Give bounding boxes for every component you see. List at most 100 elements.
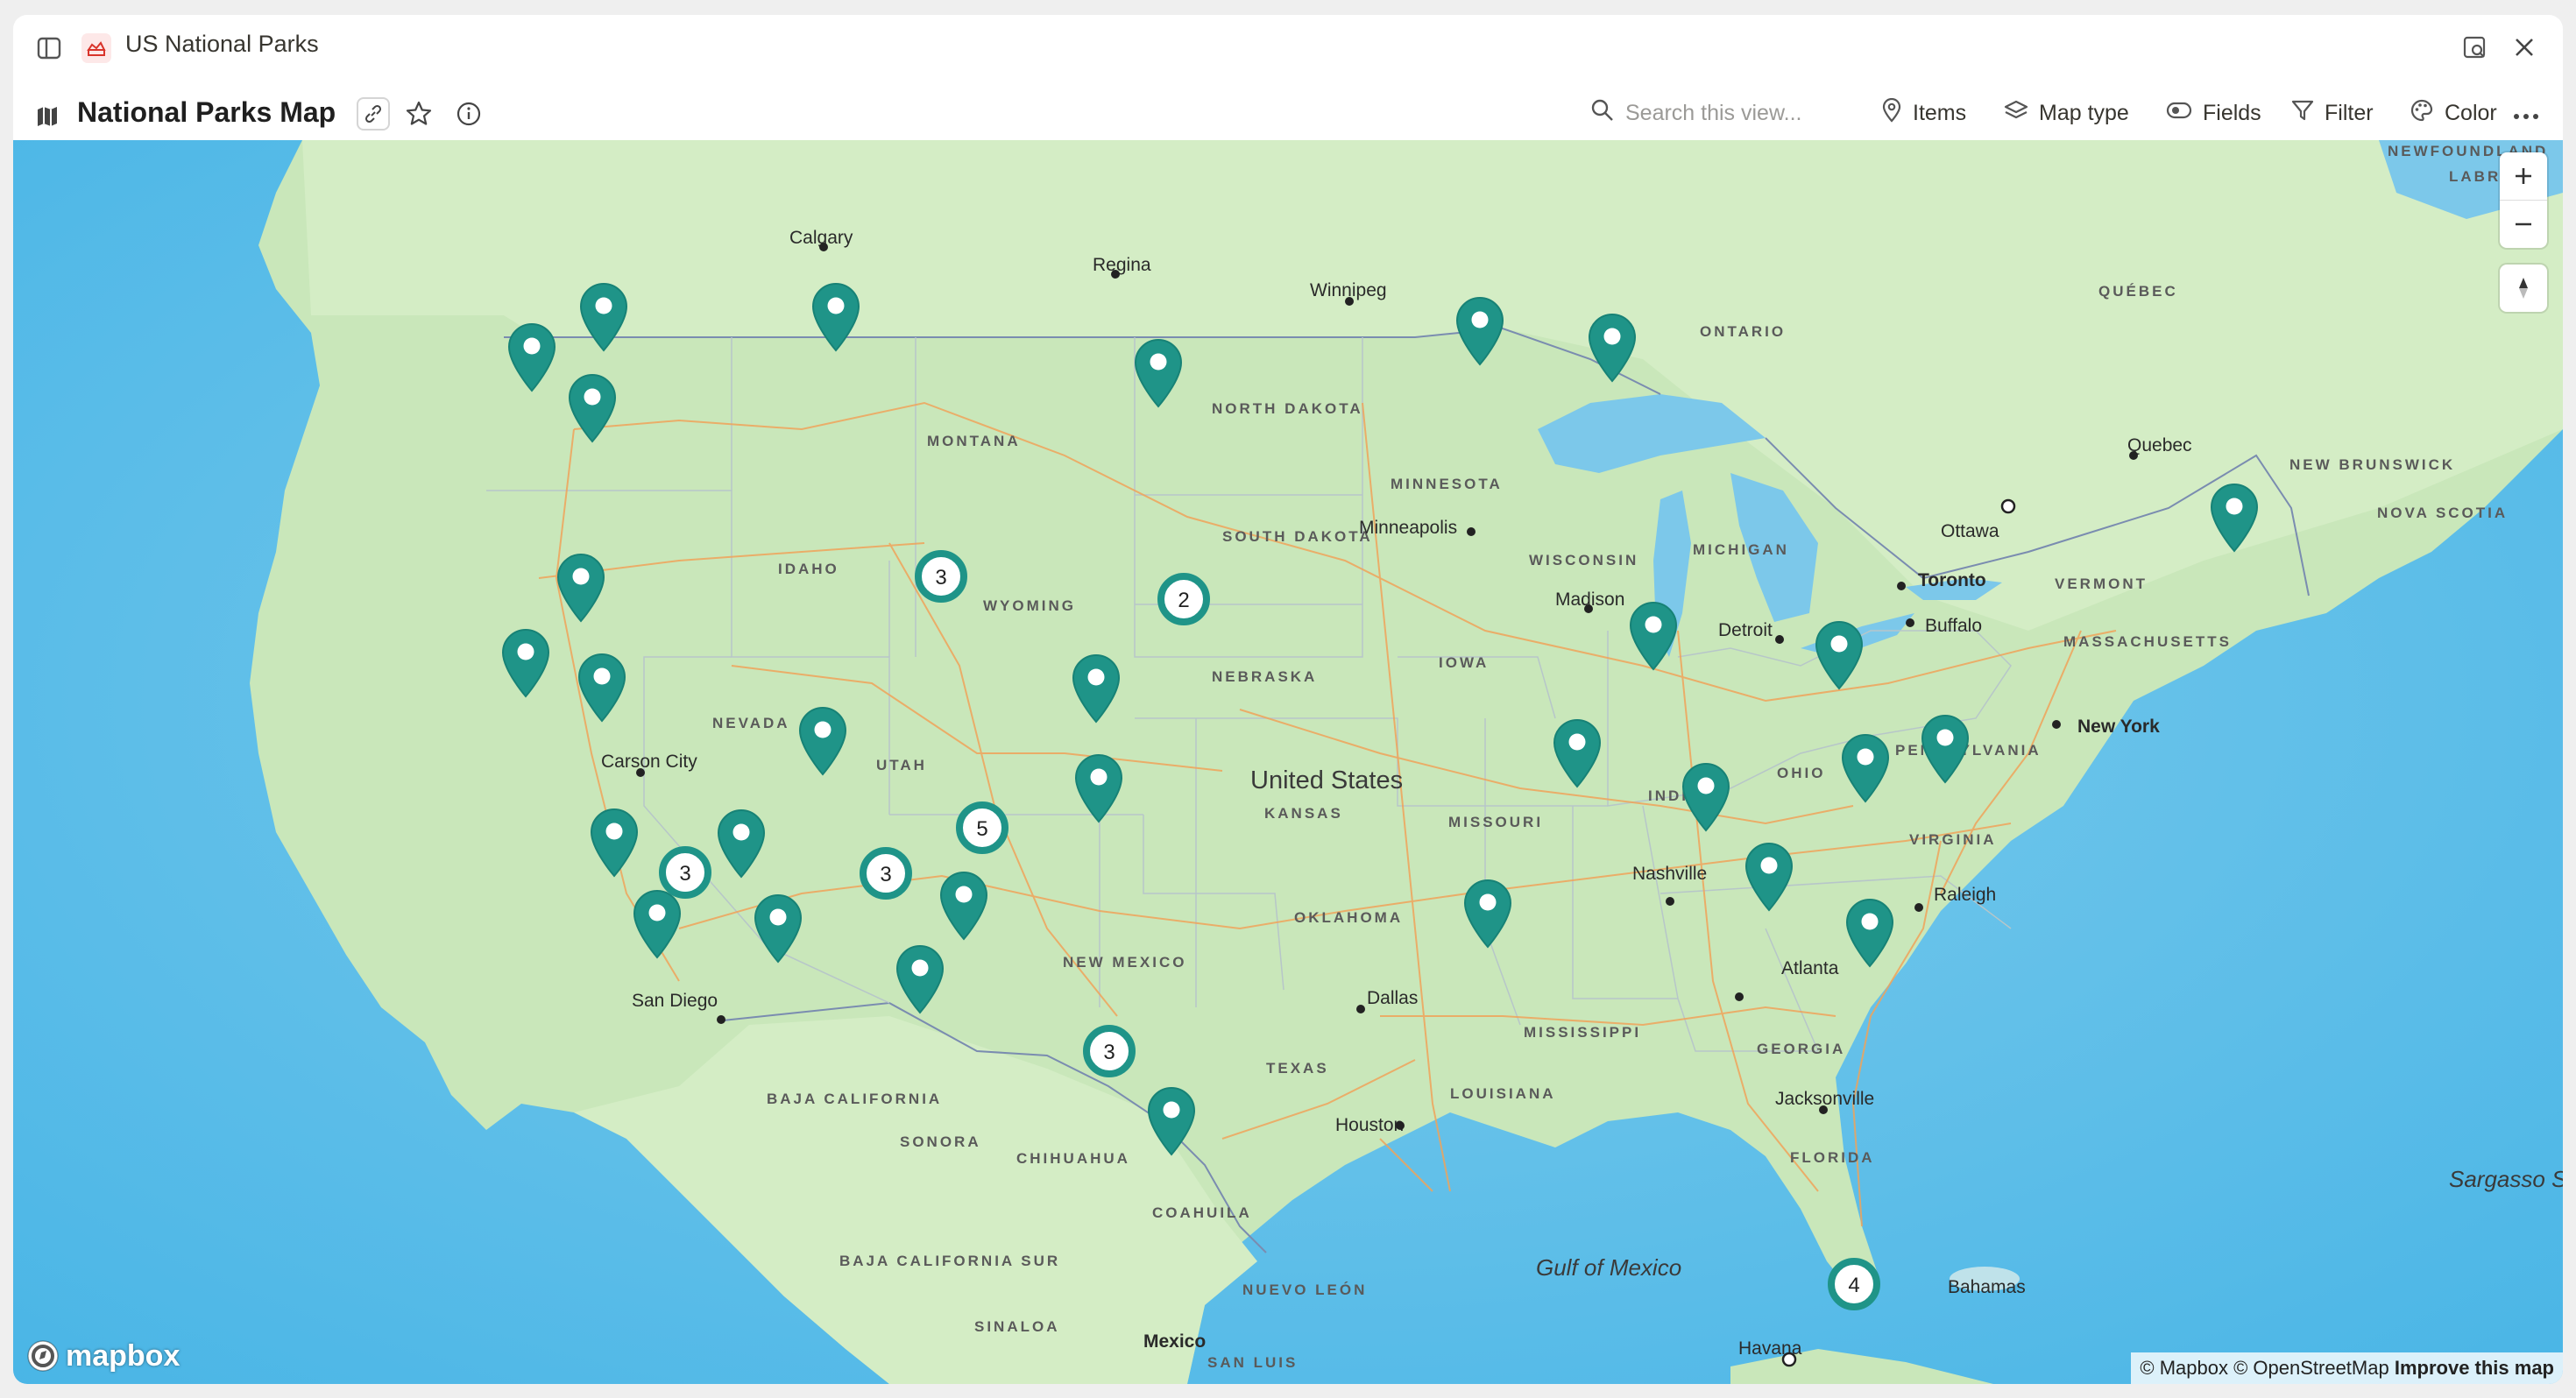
city-label: Quebec [2127, 435, 2192, 455]
state-label: KANSAS [1264, 805, 1343, 822]
city-label: Houston [1335, 1115, 1404, 1135]
state-label: TEXAS [1266, 1060, 1329, 1077]
cluster-count: 3 [935, 566, 946, 590]
state-label: SAN LUIS [1207, 1354, 1298, 1371]
cluster-marker[interactable]: 3 [659, 846, 711, 899]
state-label: NEW MEXICO [1063, 954, 1186, 971]
zoom-controls [2500, 152, 2547, 248]
state-label: CHIHUAHUA [1016, 1150, 1130, 1167]
state-label: COAHUILA [1152, 1204, 1252, 1221]
cluster-marker[interactable]: 3 [860, 847, 912, 900]
plus-icon [2516, 168, 2531, 184]
map-type-button[interactable]: Map type [2004, 95, 2129, 131]
fields-button[interactable]: Fields [2166, 95, 2261, 131]
city-label: Buffalo [1925, 616, 1982, 636]
cluster-marker[interactable]: 3 [915, 550, 967, 603]
country-label: United States [1250, 766, 1403, 794]
search-box[interactable]: Search this view... [1590, 95, 1801, 131]
mapbox-logo[interactable]: mapbox [25, 1338, 180, 1373]
state-label: ONTARIO [1700, 323, 1786, 340]
city-label: Detroit [1718, 620, 1773, 640]
map-canvas[interactable]: MONTANA NORTH DAKOTA SOUTH DAKOTA WYOMIN… [13, 140, 2563, 1384]
state-label: FLORIDA [1790, 1149, 1875, 1166]
water-label: Sargasso Sea [2449, 1166, 2563, 1192]
cluster-count: 2 [1178, 589, 1189, 612]
city-label: New York [2077, 717, 2160, 737]
cluster-count: 3 [1103, 1041, 1115, 1064]
state-label: NEBRASKA [1212, 668, 1317, 685]
city-label: Raleigh [1934, 885, 1996, 905]
state-label: QUÉBEC [2098, 283, 2178, 300]
cluster-marker[interactable]: 3 [1083, 1025, 1136, 1077]
cluster-count: 5 [976, 817, 987, 841]
app-window: US National Parks National Parks Map Sea… [13, 15, 2563, 1384]
cluster-marker[interactable]: 5 [956, 801, 1008, 854]
state-label: VIRGINIA [1909, 831, 1997, 848]
state-label: IDAHO [778, 561, 839, 577]
more-horizontal-icon [2513, 101, 2539, 126]
cluster-count: 3 [679, 862, 690, 886]
map-attribution: © Mapbox © OpenStreetMap Improve this ma… [2131, 1352, 2563, 1384]
map-svg: MONTANA NORTH DAKOTA SOUTH DAKOTA WYOMIN… [13, 140, 2563, 1384]
color-label: Color [2445, 100, 2497, 125]
open-full-page-icon[interactable] [2460, 33, 2488, 61]
state-label: MONTANA [927, 433, 1021, 449]
sidebar-toggle-icon[interactable] [36, 35, 62, 61]
more-options-button[interactable] [2513, 95, 2539, 131]
state-label: SOUTH DAKOTA [1222, 528, 1373, 545]
eye-toggle-icon [2166, 101, 2192, 126]
map-view-icon [36, 105, 59, 132]
water-label: Gulf of Mexico [1536, 1254, 1681, 1281]
search-icon [1590, 98, 1615, 129]
database-icon [81, 33, 111, 63]
reset-bearing-button[interactable] [2500, 265, 2547, 312]
state-label: LOUISIANA [1450, 1085, 1556, 1102]
minus-icon [2516, 222, 2531, 226]
close-icon[interactable] [2510, 33, 2538, 61]
city-label: Dallas [1367, 988, 1418, 1008]
state-label: MISSOURI [1448, 814, 1543, 830]
state-label: UTAH [876, 757, 927, 773]
items-button[interactable]: Items [1881, 95, 1966, 131]
state-label: IOWA [1439, 654, 1489, 671]
city-label: Nashville [1632, 864, 1707, 884]
state-label: GEORGIA [1757, 1041, 1845, 1057]
filter-icon [2291, 99, 2314, 128]
improve-map-link[interactable]: Improve this map [2395, 1357, 2554, 1379]
state-label: MASSACHUSETTS [2063, 633, 2232, 650]
cluster-count: 3 [880, 863, 891, 886]
view-title: National Parks Map [77, 96, 336, 128]
state-label: MINNESOTA [1391, 476, 1503, 492]
zoom-in-button[interactable] [2500, 152, 2547, 201]
state-label: NUEVO LEÓN [1242, 1282, 1367, 1298]
state-label: LABR [2449, 168, 2501, 185]
state-label: BAJA CALIFORNIA [767, 1091, 942, 1107]
state-label: MICHIGAN [1693, 541, 1789, 558]
favorite-star-icon[interactable] [405, 100, 433, 132]
search-placeholder[interactable]: Search this view... [1625, 101, 1801, 126]
state-label: PENNSYLVANIA [1895, 742, 2042, 759]
city-label: Toronto [1918, 570, 1986, 590]
city-label: San Diego [632, 991, 718, 1011]
location-pin-icon [1881, 97, 1902, 129]
state-label: WISCONSIN [1529, 552, 1638, 568]
items-label: Items [1913, 100, 1967, 125]
cluster-marker[interactable]: 4 [1828, 1258, 1880, 1310]
palette-icon [2410, 98, 2434, 129]
color-button[interactable]: Color [2410, 95, 2497, 131]
state-label: OKLAHOMA [1294, 909, 1403, 926]
zoom-out-button[interactable] [2500, 201, 2547, 248]
info-icon[interactable] [456, 101, 482, 131]
city-label: Bahamas [1948, 1277, 2026, 1297]
attribution-text[interactable]: © Mapbox © OpenStreetMap [2140, 1357, 2388, 1379]
state-label: BAJA CALIFORNIA SUR [839, 1253, 1060, 1269]
mapbox-logo-text: mapbox [66, 1338, 180, 1373]
link-icon[interactable] [357, 97, 390, 131]
title-bar: US National Parks [13, 15, 2563, 81]
state-label: NOVA SCOTIA [2377, 505, 2508, 521]
state-label: NEVADA [712, 715, 790, 731]
state-label: SINALOA [974, 1318, 1060, 1335]
filter-button[interactable]: Filter [2291, 95, 2374, 131]
compass-icon [2519, 278, 2528, 299]
cluster-marker[interactable]: 2 [1157, 573, 1210, 625]
